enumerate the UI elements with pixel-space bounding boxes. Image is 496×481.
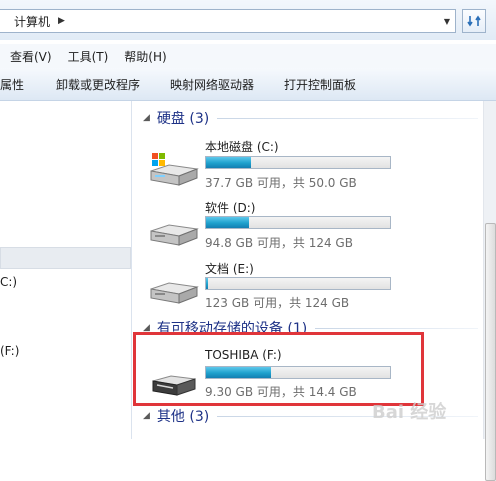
address-field[interactable]: 计算机 ▶ ▼	[0, 9, 456, 33]
drive-usage-fill	[206, 157, 252, 168]
group-divider	[217, 117, 478, 119]
group-header-hard-disks[interactable]: ◢ 硬盘 (3)	[143, 108, 478, 128]
open-control-panel-button[interactable]: 打开控制面板	[284, 76, 356, 93]
drive-usage-fill	[206, 278, 208, 289]
hard-drive-icon	[150, 224, 199, 246]
uninstall-program-button[interactable]: 卸载或更改程序	[56, 76, 140, 93]
nav-item-f-drive[interactable]: (F:)	[0, 344, 19, 358]
highlight-annotation-box	[133, 332, 424, 406]
windows-drive-icon	[150, 153, 199, 186]
menu-bar: 查看(V) 工具(T) 帮助(H)	[0, 44, 496, 68]
scrollbar-thumb[interactable]	[485, 223, 496, 481]
command-bar: 属性 卸载或更改程序 映射网络驱动器 打开控制面板	[0, 68, 496, 101]
menu-view[interactable]: 查看(V)	[10, 48, 52, 65]
collapse-triangle-icon[interactable]: ◢	[143, 113, 150, 123]
breadcrumb-arrow-icon[interactable]: ▶	[58, 16, 65, 26]
drive-free-space: 123 GB 可用，共 124 GB	[205, 296, 350, 310]
drive-name: 文档 (E:)	[205, 262, 254, 276]
group-divider	[315, 327, 478, 329]
menu-tools[interactable]: 工具(T)	[68, 48, 109, 65]
drive-usage-bar	[205, 156, 391, 169]
drive-usage-fill	[206, 217, 250, 228]
properties-button[interactable]: 属性	[0, 76, 24, 93]
navigation-pane: C:) (F:)	[0, 101, 132, 439]
nav-selected-item[interactable]	[0, 247, 131, 269]
refresh-icon	[467, 15, 481, 27]
menu-help[interactable]: 帮助(H)	[124, 48, 166, 65]
vertical-scrollbar[interactable]	[483, 101, 496, 481]
nav-item-c-drive[interactable]: C:)	[0, 275, 17, 289]
drive-name: 本地磁盘 (C:)	[205, 140, 279, 154]
address-dropdown-icon[interactable]: ▼	[439, 10, 455, 32]
group-title: 硬盘 (3)	[156, 111, 210, 127]
collapse-triangle-icon[interactable]: ◢	[143, 411, 150, 421]
group-title: 其他 (3)	[156, 409, 210, 425]
watermark-logo: Bai 经验	[372, 402, 447, 423]
drive-usage-bar	[205, 277, 391, 290]
refresh-button[interactable]	[462, 9, 486, 33]
drive-free-space: 37.7 GB 可用，共 50.0 GB	[205, 176, 357, 190]
drive-name: 软件 (D:)	[205, 201, 256, 215]
map-network-drive-button[interactable]: 映射网络驱动器	[170, 76, 254, 93]
breadcrumb-computer[interactable]: 计算机	[14, 13, 50, 30]
drive-free-space: 94.8 GB 可用，共 124 GB	[205, 236, 353, 250]
drive-usage-bar	[205, 216, 391, 229]
hard-drive-icon	[150, 282, 199, 304]
address-bar-row: 计算机 ▶ ▼	[0, 0, 496, 40]
